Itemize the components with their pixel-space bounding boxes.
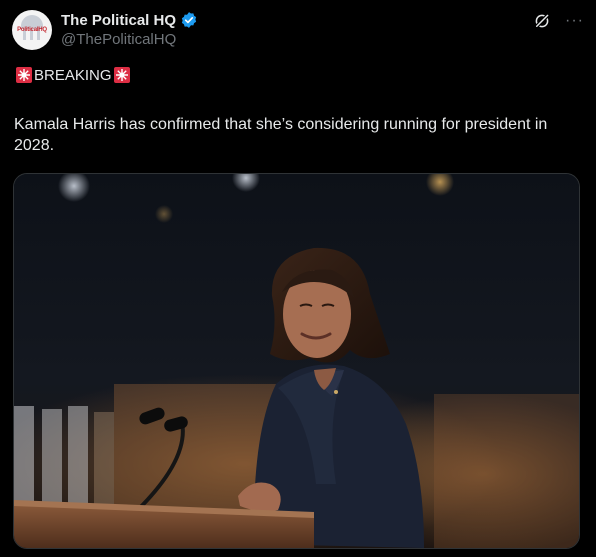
siren-emoji-icon — [113, 66, 131, 84]
tweet-header: PoliticalHQ The Political HQ @ThePolitic… — [12, 10, 584, 54]
breaking-line: BREAKING — [14, 66, 132, 84]
grok-icon[interactable] — [533, 12, 551, 30]
avatar[interactable]: PoliticalHQ — [12, 10, 52, 50]
display-name-row: The Political HQ — [61, 10, 198, 30]
tweet-text: Kamala Harris has confirmed that she’s c… — [14, 116, 548, 154]
author-names: The Political HQ @ThePoliticalHQ — [61, 10, 198, 48]
verified-badge-icon[interactable] — [180, 11, 198, 29]
handle[interactable]: @ThePoliticalHQ — [61, 31, 198, 48]
display-name[interactable]: The Political HQ — [61, 12, 176, 29]
breaking-label: BREAKING — [34, 66, 112, 84]
tweet-photo[interactable] — [13, 173, 580, 549]
header-actions: ··· — [533, 12, 584, 30]
siren-emoji-icon — [15, 66, 33, 84]
avatar-logo-text: PoliticalHQ — [17, 27, 47, 33]
more-options-icon[interactable]: ··· — [565, 13, 584, 29]
photo-kamala-harris-podium — [14, 174, 579, 548]
